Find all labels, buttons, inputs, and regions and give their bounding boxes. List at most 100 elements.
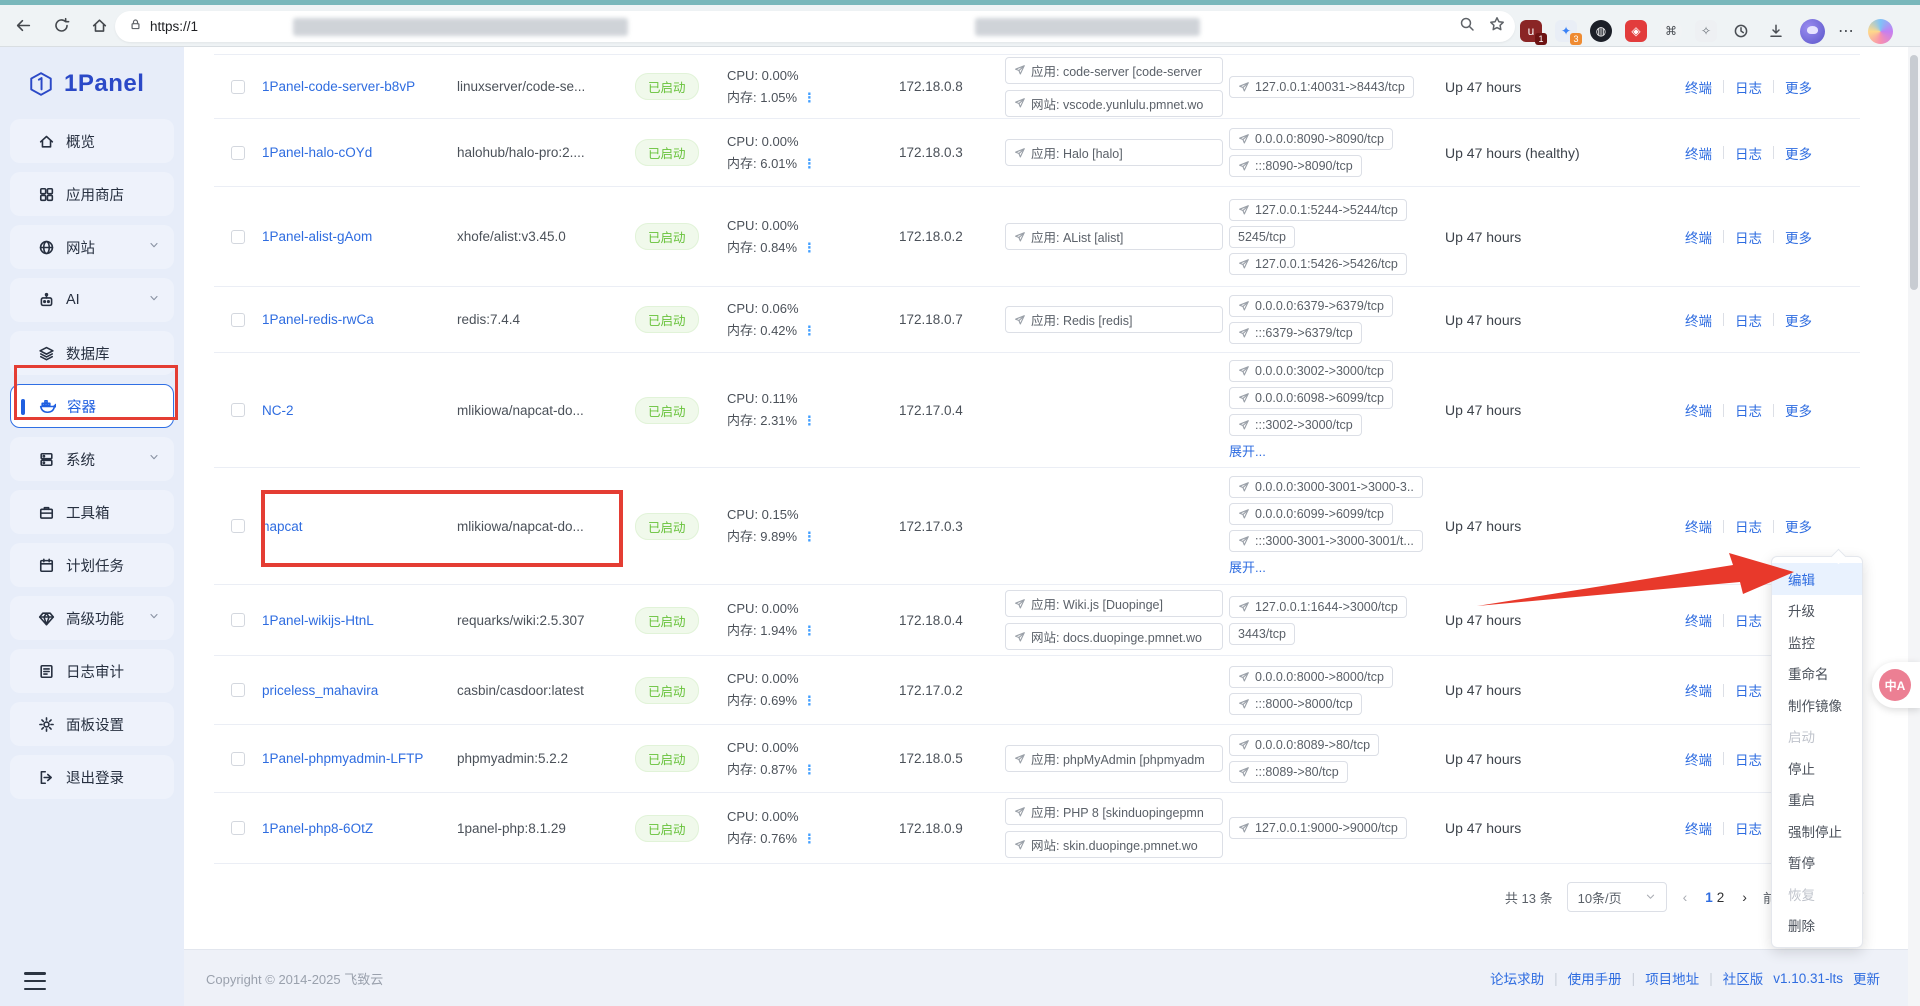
container-name-link[interactable]: priceless_mahavira xyxy=(262,683,378,698)
address-bar[interactable]: https://1 xyxy=(115,11,1515,42)
port-tag[interactable]: :::8089->80/tcp xyxy=(1229,761,1348,783)
menu-item-强制停止[interactable]: 强制停止 xyxy=(1772,815,1862,847)
extension-icon[interactable]: u1 xyxy=(1520,20,1542,42)
row-action-logs[interactable]: 日志 xyxy=(1735,749,1762,769)
browser-menu-icon[interactable]: ⋯ xyxy=(1838,21,1855,41)
port-tag[interactable]: 0.0.0.0:3002->3000/tcp xyxy=(1229,360,1393,382)
sidebar-item-系统[interactable]: 系统 xyxy=(10,437,174,481)
page-number-1[interactable]: 1 xyxy=(1703,886,1715,909)
port-tag[interactable]: 0.0.0.0:8090->8090/tcp xyxy=(1229,128,1393,150)
row-action-logs[interactable]: 日志 xyxy=(1735,680,1762,700)
row-action-logs[interactable]: 日志 xyxy=(1735,610,1762,630)
port-tag[interactable]: 127.0.0.1:1644->3000/tcp xyxy=(1229,596,1407,618)
container-name-link[interactable]: 1Panel-code-server-b8vP xyxy=(262,79,415,94)
row-action-logs[interactable]: 日志 xyxy=(1735,143,1762,163)
menu-item-停止[interactable]: 停止 xyxy=(1772,752,1862,784)
port-tag[interactable]: :::8000->8000/tcp xyxy=(1229,693,1362,715)
row-checkbox[interactable] xyxy=(231,752,245,766)
port-tag[interactable]: 3443/tcp xyxy=(1229,623,1295,645)
sidebar-item-网站[interactable]: 网站 xyxy=(10,225,174,269)
sidebar-item-AI[interactable]: AI xyxy=(10,278,174,322)
container-name-link[interactable]: 1Panel-wikijs-HtnL xyxy=(262,613,374,628)
app-tag[interactable]: 应用: PHP 8 [skinduopingepmn xyxy=(1005,798,1223,825)
container-name-link[interactable]: 1Panel-phpmyadmin-LFTP xyxy=(262,751,423,766)
container-name-link[interactable]: NC-2 xyxy=(262,403,294,418)
row-action-terminal[interactable]: 终端 xyxy=(1685,749,1712,769)
row-action-terminal[interactable]: 终端 xyxy=(1685,610,1712,630)
page-number-2[interactable]: 2 xyxy=(1715,886,1727,909)
row-action-terminal[interactable]: 终端 xyxy=(1685,143,1712,163)
update-link[interactable]: 更新 xyxy=(1853,968,1880,988)
menu-item-删除[interactable]: 删除 xyxy=(1772,910,1862,942)
page-scrollbar[interactable] xyxy=(1908,47,1920,1006)
monitor-dots-icon[interactable]: ⋮ xyxy=(803,323,815,338)
copilot-icon[interactable] xyxy=(1868,19,1893,44)
port-tag[interactable]: 0.0.0.0:6099->6099/tcp xyxy=(1229,503,1393,525)
sidebar-item-面板设置[interactable]: 面板设置 xyxy=(10,702,174,746)
sidebar-item-日志审计[interactable]: 日志审计 xyxy=(10,649,174,693)
footer-link[interactable]: 论坛求助 xyxy=(1490,968,1544,988)
port-tag[interactable]: 0.0.0.0:6379->6379/tcp xyxy=(1229,295,1393,317)
row-action-more[interactable]: 更多 xyxy=(1785,143,1812,163)
container-name-link[interactable]: 1Panel-halo-cOYd xyxy=(262,145,372,160)
row-action-logs[interactable]: 日志 xyxy=(1735,227,1762,247)
menu-item-升级[interactable]: 升级 xyxy=(1772,595,1862,627)
port-tag[interactable]: 0.0.0.0:3000-3001->3000-3.. xyxy=(1229,476,1423,498)
port-tag[interactable]: :::8090->8090/tcp xyxy=(1229,155,1362,177)
row-action-terminal[interactable]: 终端 xyxy=(1685,516,1712,536)
menu-item-暂停[interactable]: 暂停 xyxy=(1772,847,1862,879)
row-action-logs[interactable]: 日志 xyxy=(1735,516,1762,536)
app-tag[interactable]: 应用: phpMyAdmin [phpmyadm xyxy=(1005,745,1223,772)
port-tag[interactable]: 0.0.0.0:6098->6099/tcp xyxy=(1229,387,1393,409)
sidebar-item-工具箱[interactable]: 工具箱 xyxy=(10,490,174,534)
expand-ports-link[interactable]: 展开... xyxy=(1229,557,1266,576)
downloads-icon[interactable] xyxy=(1765,20,1787,42)
app-tag[interactable]: 应用: Redis [redis] xyxy=(1005,306,1223,333)
app-tag[interactable]: 应用: code-server [code-server xyxy=(1005,57,1223,84)
row-checkbox[interactable] xyxy=(231,519,245,533)
menu-item-编辑[interactable]: 编辑 xyxy=(1772,563,1862,595)
app-logo[interactable]: 1Panel xyxy=(0,47,184,109)
port-tag[interactable]: :::3002->3000/tcp xyxy=(1229,414,1362,436)
browser-profile-avatar[interactable] xyxy=(1800,19,1825,44)
scrollbar-thumb[interactable] xyxy=(1910,55,1918,290)
translate-fab[interactable]: 中A xyxy=(1872,662,1920,708)
row-action-terminal[interactable]: 终端 xyxy=(1685,818,1712,838)
monitor-dots-icon[interactable]: ⋮ xyxy=(803,762,815,777)
row-action-terminal[interactable]: 终端 xyxy=(1685,227,1712,247)
back-button[interactable] xyxy=(8,11,38,41)
monitor-dots-icon[interactable]: ⋮ xyxy=(803,529,815,544)
extension-icon[interactable]: ◈ xyxy=(1625,20,1647,42)
row-checkbox[interactable] xyxy=(231,146,245,160)
row-action-terminal[interactable]: 终端 xyxy=(1685,310,1712,330)
monitor-dots-icon[interactable]: ⋮ xyxy=(803,413,815,428)
row-checkbox[interactable] xyxy=(231,613,245,627)
row-action-logs[interactable]: 日志 xyxy=(1735,310,1762,330)
refresh-button[interactable] xyxy=(46,11,76,41)
row-action-logs[interactable]: 日志 xyxy=(1735,400,1762,420)
row-checkbox[interactable] xyxy=(231,230,245,244)
sidebar-item-退出登录[interactable]: 退出登录 xyxy=(10,755,174,799)
search-icon[interactable] xyxy=(1459,16,1475,37)
history-clock-icon[interactable] xyxy=(1730,20,1752,42)
container-name-link[interactable]: 1Panel-redis-rwCa xyxy=(262,312,374,327)
expand-ports-link[interactable]: 展开... xyxy=(1229,441,1266,460)
row-action-terminal[interactable]: 终端 xyxy=(1685,680,1712,700)
port-tag[interactable]: 0.0.0.0:8089->80/tcp xyxy=(1229,734,1379,756)
row-action-more[interactable]: 更多 xyxy=(1785,400,1812,420)
app-tag[interactable]: 应用: AList [alist] xyxy=(1005,223,1223,250)
row-action-logs[interactable]: 日志 xyxy=(1735,818,1762,838)
port-tag[interactable]: :::6379->6379/tcp xyxy=(1229,322,1362,344)
monitor-dots-icon[interactable]: ⋮ xyxy=(803,693,815,708)
sidebar-item-概览[interactable]: 概览 xyxy=(10,119,174,163)
port-tag[interactable]: 127.0.0.1:40031->8443/tcp xyxy=(1229,76,1414,98)
row-action-more[interactable]: 更多 xyxy=(1785,310,1812,330)
app-tag[interactable]: 应用: Halo [halo] xyxy=(1005,139,1223,166)
row-action-more[interactable]: 更多 xyxy=(1785,227,1812,247)
monitor-dots-icon[interactable]: ⋮ xyxy=(803,831,815,846)
port-tag[interactable]: 127.0.0.1:5244->5244/tcp xyxy=(1229,199,1407,221)
extension-icon[interactable]: ◍ xyxy=(1590,20,1612,42)
row-checkbox[interactable] xyxy=(231,683,245,697)
port-tag[interactable]: :::3000-3001->3000-3001/t... xyxy=(1229,530,1423,552)
row-action-terminal[interactable]: 终端 xyxy=(1685,77,1712,97)
